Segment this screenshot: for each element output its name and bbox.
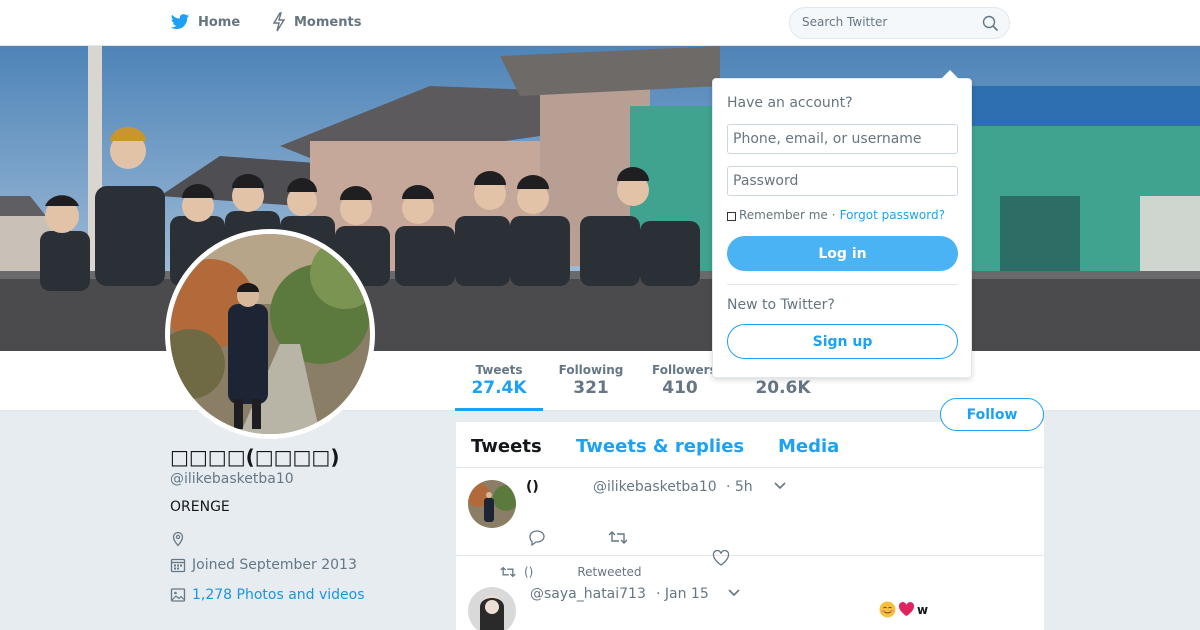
separator: ·: [831, 208, 836, 222]
profile-card: □□□□(□□□□) @ilikebasketba10 ORENGE Joine…: [170, 445, 430, 603]
tweet-timestamp[interactable]: · 5h: [726, 479, 753, 495]
profile-avatar[interactable]: [165, 229, 375, 439]
bird-icon: [170, 14, 190, 29]
tweet-text-suffix: w: [917, 602, 929, 617]
top-nav: Home Moments: [0, 0, 1200, 46]
tweet-author-handle[interactable]: @ilikebasketba10: [593, 479, 717, 495]
tweet-avatar[interactable]: [468, 480, 516, 528]
tweet-text: w: [879, 601, 928, 618]
nav-home-label: Home: [198, 14, 241, 30]
remember-label[interactable]: Remember me: [739, 208, 828, 222]
profile-location: [170, 529, 430, 549]
login-dropdown-caret: [941, 70, 959, 79]
stat-following-label: Following: [558, 363, 624, 377]
retweeter-name[interactable]: (): [524, 565, 533, 579]
login-button[interactable]: Log in: [727, 236, 958, 271]
nav-moments[interactable]: Moments: [272, 12, 361, 32]
red-heart-icon: [898, 602, 915, 617]
tweet-item[interactable]: () Retweeted @saya_hatai713 · Jan 15 w: [456, 556, 1044, 630]
tweet-timestamp[interactable]: · Jan 15: [656, 586, 709, 602]
divider: [727, 284, 958, 285]
remember-checkbox[interactable]: [727, 211, 736, 221]
chevron-down-icon[interactable]: [728, 589, 740, 597]
signup-prompt: New to Twitter?: [727, 297, 835, 313]
profile-photos-text[interactable]: 1,278 Photos and videos: [192, 587, 365, 603]
remember-row: Remember me · Forgot password?: [727, 208, 945, 222]
stat-followers[interactable]: Followers 410: [652, 363, 714, 398]
tab-tweets[interactable]: Tweets: [471, 436, 542, 457]
smiling-face-icon: [879, 601, 896, 618]
stat-likes-value: 20.6K: [755, 378, 811, 398]
tab-tweets-replies[interactable]: Tweets & replies: [576, 436, 744, 457]
retweet-context: () Retweeted: [500, 565, 642, 579]
stat-followers-label: Followers: [652, 363, 714, 377]
profile-photos-link[interactable]: 1,278 Photos and videos: [170, 587, 430, 603]
signup-button[interactable]: Sign up: [727, 324, 958, 359]
stat-tweets[interactable]: Tweets 27.4K: [455, 363, 543, 411]
profile-joined-text: Joined September 2013: [192, 557, 357, 573]
search-box: [789, 7, 1010, 39]
retweeted-label: Retweeted: [577, 565, 642, 579]
stat-tweets-value: 27.4K: [471, 378, 527, 398]
stat-following-value: 321: [573, 378, 609, 398]
nav-moments-label: Moments: [294, 14, 362, 30]
reply-icon[interactable]: [528, 529, 546, 546]
tweet-author-handle[interactable]: @saya_hatai713: [530, 586, 646, 602]
username-field[interactable]: [727, 124, 958, 154]
retweet-icon[interactable]: [608, 530, 628, 545]
tweet-avatar[interactable]: [468, 587, 516, 630]
tweet-item[interactable]: () @ilikebasketba10 · 5h: [456, 468, 1044, 566]
forgot-password-link[interactable]: Forgot password?: [840, 208, 945, 222]
stat-followers-value: 410: [662, 378, 698, 398]
image-icon: [170, 588, 186, 602]
retweet-icon: [500, 566, 516, 578]
tab-media[interactable]: Media: [778, 436, 839, 457]
timeline: Tweets Tweets & replies Media () @ilikeb…: [456, 422, 1044, 630]
password-field[interactable]: [727, 166, 958, 196]
search-icon[interactable]: [982, 15, 999, 32]
nav-home[interactable]: Home: [170, 12, 240, 32]
tweet-author-name[interactable]: (): [526, 479, 539, 495]
profile-bio: ORENGE: [170, 499, 230, 515]
location-icon: [172, 531, 184, 547]
login-title: Have an account?: [727, 95, 853, 111]
login-dropdown: Have an account? Remember me · Forgot pa…: [712, 78, 972, 378]
profile-joined: Joined September 2013: [170, 557, 430, 573]
stat-tweets-label: Tweets: [475, 363, 523, 377]
calendar-icon: [170, 558, 186, 573]
lightning-icon: [272, 12, 286, 32]
profile-handle[interactable]: @ilikebasketba10: [170, 471, 430, 487]
follow-button[interactable]: Follow: [940, 398, 1044, 431]
stat-following[interactable]: Following 321: [553, 363, 629, 398]
chevron-down-icon[interactable]: [774, 482, 786, 490]
profile-name: □□□□(□□□□): [170, 445, 340, 469]
search-input[interactable]: [802, 15, 972, 29]
